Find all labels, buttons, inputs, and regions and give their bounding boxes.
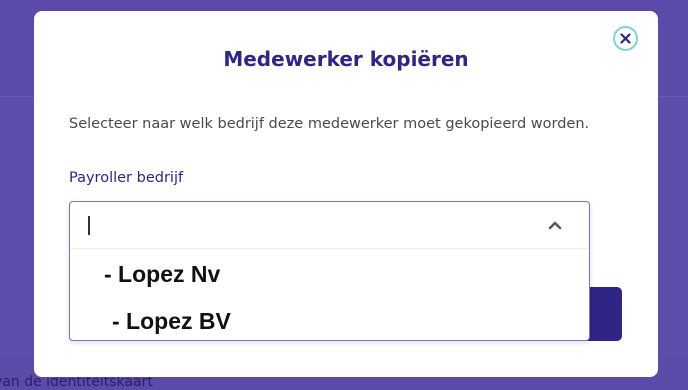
payroller-company-label: Payroller bedrijf (69, 170, 184, 186)
close-icon (620, 33, 631, 44)
chevron-up-icon[interactable] (548, 220, 562, 230)
text-cursor (88, 216, 90, 235)
option-lopez-nv[interactable]: - Lopez Nv (104, 261, 220, 288)
modal-description: Selecteer naar welk bedrijf deze medewer… (69, 116, 590, 132)
copy-employee-modal: Medewerker kopiëren Selecteer naar welk … (34, 11, 658, 377)
payroller-company-input[interactable] (70, 202, 589, 249)
option-lopez-bv[interactable]: - Lopez BV (112, 308, 231, 335)
payroller-company-select[interactable]: - Lopez Nv - Lopez BV (69, 201, 590, 341)
modal-title: Medewerker kopiëren (223, 47, 469, 71)
